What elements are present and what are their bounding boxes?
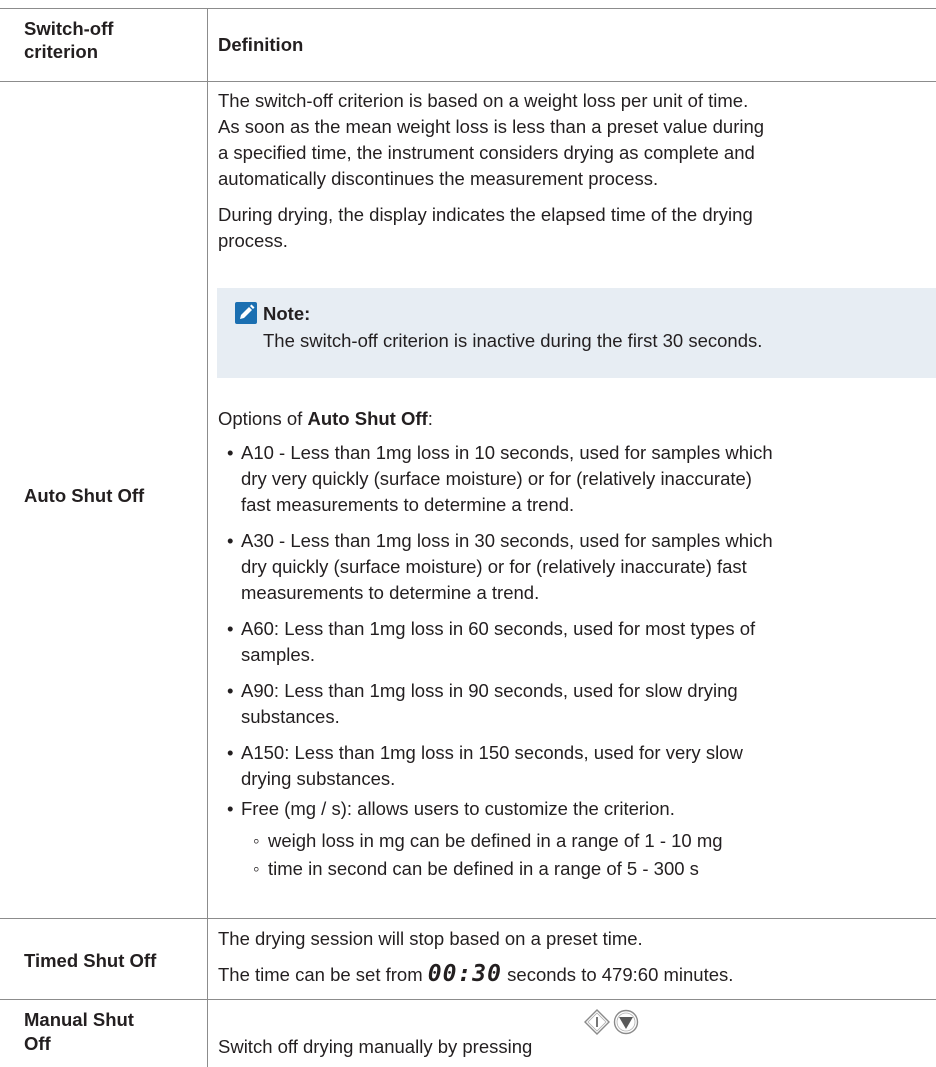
bullet-dot: •: [227, 618, 234, 639]
auto-para2-line2: process.: [218, 230, 288, 251]
sub-bullet-dot: ◦: [253, 830, 260, 851]
auto-para1-line2: As soon as the mean weight loss is less …: [218, 116, 765, 137]
timed-shut-off-label: Timed Shut Off: [24, 950, 157, 971]
options-bold: Auto Shut Off: [307, 408, 428, 429]
option-a30-line3: measurements to determine a trend.: [241, 582, 540, 603]
table-top-border: [0, 8, 936, 9]
bullet-dot: •: [227, 798, 234, 819]
option-a150-line1: A150: Less than 1mg loss in 150 seconds,…: [241, 742, 743, 763]
option-a60-line1: A60: Less than 1mg loss in 60 seconds, u…: [241, 618, 756, 639]
auto-para1-line4: automatically discontinues the measureme…: [218, 168, 659, 189]
auto-para1-line1: The switch-off criterion is based on a w…: [218, 90, 749, 111]
option-a10-line1: A10 - Less than 1mg loss in 10 seconds, …: [241, 442, 773, 463]
timed-line2: The time can be set from 00:30 seconds t…: [218, 962, 733, 987]
auto-row-bottom-border: [0, 918, 936, 919]
options-heading: Options of Auto Shut Off:: [218, 406, 433, 431]
header-criterion-line1: Switch-off: [24, 18, 114, 39]
option-a150-line2: drying substances.: [241, 768, 396, 789]
header-definition: Definition: [218, 34, 304, 55]
header-bottom-border: [0, 81, 936, 82]
manual-shut-off-label-line2: Off: [24, 1033, 51, 1054]
down-key-icon: [613, 1009, 639, 1035]
sub-bullet-dot: ◦: [253, 858, 260, 879]
sub-option-weight: weigh loss in mg can be defined in a ran…: [268, 830, 723, 851]
option-a90-line2: substances.: [241, 706, 340, 727]
option-a30-line1: A30 - Less than 1mg loss in 30 seconds, …: [241, 530, 773, 551]
timed-line1: The drying session will stop based on a …: [218, 928, 643, 949]
option-a30-line2: dry quickly (surface moisture) or for (r…: [241, 556, 747, 577]
bullet-dot: •: [227, 530, 234, 551]
auto-shut-off-label: Auto Shut Off: [24, 485, 145, 506]
bullet-dot: •: [227, 680, 234, 701]
option-free-line1: Free (mg / s): allows users to customize…: [241, 798, 675, 819]
note-title: Note:: [263, 303, 311, 324]
header-criterion-line2: criterion: [24, 41, 99, 62]
timed-row-bottom-border: [0, 999, 936, 1000]
sub-option-time: time in second can be defined in a range…: [268, 858, 699, 879]
column-divider: [207, 8, 208, 1067]
auto-para2-line1: During drying, the display indicates the…: [218, 204, 753, 225]
pencil-note-icon: [235, 302, 257, 324]
manual-text: Switch off drying manually by pressing: [218, 1036, 533, 1057]
option-a10-line3: fast measurements to determine a trend.: [241, 494, 575, 515]
options-prefix: Options of: [218, 408, 308, 429]
option-a90-line1: A90: Less than 1mg loss in 90 seconds, u…: [241, 680, 738, 701]
start-key-icon: [584, 1009, 610, 1035]
bullet-dot: •: [227, 442, 234, 463]
seven-segment-display: 00:30: [427, 961, 503, 987]
timed-line2-suffix: seconds to 479:60 minutes.: [502, 964, 734, 985]
option-a10-line2: dry very quickly (surface moisture) or f…: [241, 468, 752, 489]
options-suffix: :: [427, 408, 433, 429]
timed-line2-prefix: The time can be set from: [218, 964, 428, 985]
bullet-dot: •: [227, 742, 234, 763]
manual-shut-off-label-line1: Manual Shut: [24, 1009, 134, 1030]
auto-para1-line3: a specified time, the instrument conside…: [218, 142, 755, 163]
note-text: The switch-off criterion is inactive dur…: [263, 330, 763, 351]
option-a60-line2: samples.: [241, 644, 316, 665]
